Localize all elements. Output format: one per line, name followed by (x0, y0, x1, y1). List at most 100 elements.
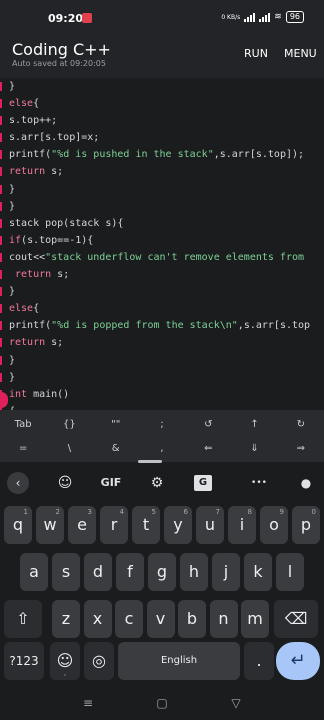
key-j[interactable]: j (212, 553, 240, 591)
drag-handle[interactable] (138, 460, 162, 463)
code-line[interactable]: cout<<"stack underflow can't remove elem… (0, 249, 324, 266)
code-line[interactable]: } (0, 283, 324, 300)
code-line[interactable]: } (0, 352, 324, 369)
key-label: x (92, 609, 103, 628)
symbol-key[interactable]: ; (142, 413, 182, 437)
code-token: } (9, 81, 16, 92)
key-label: g (156, 562, 168, 581)
key-p[interactable]: p0 (292, 506, 320, 544)
key-i[interactable]: i8 (228, 506, 256, 544)
symbol-key[interactable]: ⇒ (281, 437, 321, 461)
code-token: if (9, 234, 22, 246)
key-a[interactable]: a (20, 553, 48, 591)
key-u[interactable]: u7 (196, 506, 224, 544)
key-n[interactable]: n (209, 600, 238, 638)
shift-key[interactable]: ⇧ (4, 600, 42, 638)
keyboard-back-icon[interactable]: ‹ (7, 472, 29, 494)
microphone-icon[interactable]: ● (298, 473, 314, 493)
key-z[interactable]: z (52, 600, 80, 638)
code-line[interactable]: printf("%d is pushed in the stack",s.arr… (0, 146, 324, 163)
symbol-key[interactable]: ↻ (281, 413, 321, 437)
line-marker (0, 150, 2, 160)
code-line[interactable]: } (0, 78, 324, 95)
code-line[interactable]: else{ (0, 300, 324, 317)
key-q[interactable]: q1 (4, 506, 32, 544)
symbol-key[interactable]: = (3, 437, 43, 461)
symbol-key[interactable]: Tab (3, 413, 43, 437)
language-key[interactable]: ◎ (84, 642, 114, 680)
run-button[interactable]: RUN (244, 47, 268, 60)
code-line[interactable]: } (0, 369, 324, 386)
key-r[interactable]: r4 (100, 506, 128, 544)
code-line[interactable]: return s; (0, 266, 324, 283)
code-token: return (9, 166, 46, 178)
code-token: "%d is popped from the stack\n" (51, 320, 238, 332)
code-line[interactable]: { (0, 403, 324, 410)
key-label: d (92, 562, 104, 581)
code-line[interactable]: return s; (0, 334, 324, 351)
symbol-key[interactable]: "" (96, 413, 136, 437)
code-line[interactable]: s.top++; (0, 112, 324, 129)
symbol-key[interactable]: & (96, 437, 136, 461)
code-line[interactable]: return s; (0, 163, 324, 180)
code-editor[interactable]: } else{s.top++; s.arr[s.top]=x; printf("%d … (0, 78, 324, 410)
key-k[interactable]: k (244, 553, 272, 591)
key-b[interactable]: b (178, 600, 206, 638)
nav-back-icon[interactable]: ▽ (226, 696, 246, 710)
key-c[interactable]: c (115, 600, 143, 638)
code-token: } (9, 200, 16, 212)
code-line[interactable]: s.arr[s.top]=x; (0, 129, 324, 146)
key-g[interactable]: g (148, 553, 176, 591)
home-icon[interactable]: ▢ (152, 696, 172, 710)
enter-key[interactable]: ↵ (276, 642, 320, 680)
key-v[interactable]: v (146, 600, 175, 638)
symbol-key[interactable]: , (142, 437, 182, 461)
symbol-key[interactable]: ⇓ (235, 437, 275, 461)
sticker-icon[interactable]: ☺ (54, 473, 76, 493)
space-key[interactable]: English (118, 642, 240, 680)
code-line[interactable]: } (0, 198, 324, 215)
key-s[interactable]: s (52, 553, 80, 591)
key-w[interactable]: w2 (36, 506, 64, 544)
backspace-key[interactable]: ⌫ (274, 600, 318, 638)
code-line[interactable]: else{ (0, 95, 324, 112)
line-marker (0, 252, 2, 262)
symbol-key[interactable]: ↑ (235, 413, 275, 437)
emoji-key[interactable]: ☺ , (50, 642, 80, 680)
key-t[interactable]: t5 (132, 506, 160, 544)
code-line[interactable]: int main() (0, 386, 324, 403)
code-line[interactable]: printf("%d is popped from the stack\n",s… (0, 317, 324, 334)
line-marker (0, 338, 2, 348)
code-token: "stack underflow can't remove elements f… (45, 251, 305, 263)
key-l[interactable]: l (276, 553, 304, 591)
period-key[interactable]: . (244, 642, 274, 680)
key-h[interactable]: h (180, 553, 208, 591)
code-line[interactable]: } (0, 181, 324, 198)
code-line[interactable]: if(s.top==-1){ (0, 232, 324, 249)
gif-button[interactable]: GIF (96, 473, 126, 493)
symbol-key[interactable]: ↺ (188, 413, 228, 437)
translate-icon[interactable]: G (194, 475, 212, 491)
key-d[interactable]: d (84, 553, 112, 591)
key-y[interactable]: y6 (164, 506, 192, 544)
emoji-key-hint: , (63, 669, 67, 677)
code-line[interactable]: stack pop(stack s){ (0, 215, 324, 232)
key-e[interactable]: e3 (68, 506, 96, 544)
key-f[interactable]: f (116, 553, 144, 591)
key-o[interactable]: o9 (260, 506, 288, 544)
symbols-key[interactable]: ?123 (4, 642, 44, 680)
symbol-key[interactable]: ⇐ (188, 437, 228, 461)
more-icon[interactable]: ••• (246, 473, 272, 493)
symbol-key[interactable]: {} (49, 413, 89, 437)
notification-app-icon (82, 13, 92, 23)
recents-icon[interactable]: ≡ (78, 696, 98, 710)
menu-button[interactable]: MENU (284, 47, 317, 60)
app-bar: Coding C++ Auto saved at 09:20:05 RUN ME… (0, 36, 324, 78)
status-indicators: 0 KB/s ≋ 96 (221, 11, 304, 23)
line-marker (0, 287, 2, 297)
code-token: s; (51, 269, 70, 281)
settings-icon[interactable]: ⚙ (146, 473, 168, 493)
key-m[interactable]: m (241, 600, 269, 638)
symbol-key[interactable]: \ (49, 437, 89, 461)
key-x[interactable]: x (83, 600, 112, 638)
